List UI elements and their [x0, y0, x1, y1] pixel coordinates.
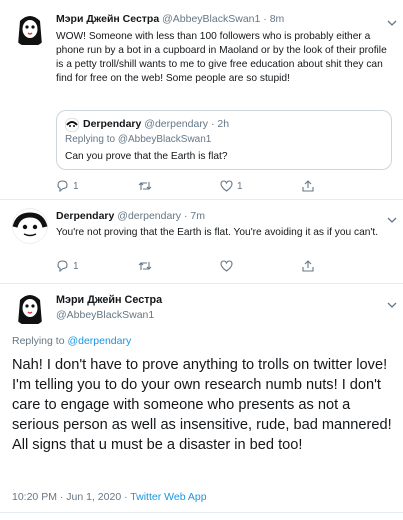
reply-icon: [56, 260, 69, 272]
display-name[interactable]: Derpendary: [56, 210, 114, 222]
handle[interactable]: @AbbeyBlackSwan1: [162, 13, 260, 25]
share-icon: [302, 180, 314, 192]
quote-handle: @derpendary: [144, 118, 209, 130]
like-icon: [220, 180, 233, 192]
display-name[interactable]: Мэри Джейн Сестра: [56, 294, 162, 306]
reply-count: 1: [73, 260, 79, 272]
like-button[interactable]: [220, 260, 302, 272]
quote-text: Can you prove that the Earth is flat?: [65, 151, 228, 162]
divider: [0, 199, 403, 200]
handle[interactable]: @AbbeyBlackSwan1: [56, 309, 154, 321]
quoted-tweet[interactable]: Derpendary @derpendary · 2h Replying to …: [56, 110, 392, 170]
retweet-button[interactable]: [138, 260, 220, 272]
reply-button[interactable]: 1: [56, 260, 138, 272]
tweet-time[interactable]: 7m: [190, 210, 205, 222]
tweet-timestamp[interactable]: 10:20 PM · Jun 1, 2020 ·: [12, 491, 130, 503]
reply-count: 1: [73, 180, 79, 192]
separator-dot: ·: [210, 118, 215, 130]
tweet-text: You're not proving that the Earth is fla…: [56, 227, 379, 238]
tweet-time[interactable]: 8m: [270, 13, 285, 25]
quote-time: 2h: [217, 118, 230, 130]
divider: [0, 512, 403, 513]
quote-display-name: Derpendary: [83, 118, 142, 130]
display-name[interactable]: Мэри Джейн Сестра: [56, 13, 159, 25]
replying-handle: @AbbeyBlackSwan1: [117, 134, 212, 145]
derpendary-avatar-icon: [64, 117, 80, 133]
like-icon: [220, 260, 233, 272]
separator-dot: ·: [183, 210, 188, 222]
tweet-text: WOW! Someone with less than 100 follower…: [56, 31, 387, 84]
like-count: 1: [237, 180, 243, 192]
handle[interactable]: @derpendary: [117, 210, 181, 222]
retweet-button[interactable]: [138, 180, 220, 192]
main-tweet-text: Nah! I don't have to prove anything to t…: [12, 357, 392, 453]
separator-dot: ·: [263, 13, 267, 25]
retweet-icon: [138, 180, 152, 192]
replying-label: Replying to: [65, 134, 116, 145]
derpendary-avatar-icon[interactable]: [12, 208, 48, 244]
share-icon: [302, 260, 314, 272]
replying-label: Replying to: [12, 335, 65, 347]
like-button[interactable]: 1: [220, 180, 302, 192]
divider: [0, 283, 403, 284]
replying-handle-link[interactable]: @derpendary: [67, 335, 131, 347]
retweet-icon: [138, 260, 152, 272]
nun-avatar-icon[interactable]: [12, 290, 48, 326]
share-button[interactable]: [302, 180, 314, 192]
tweet-source-link[interactable]: Twitter Web App: [130, 491, 206, 503]
reply-icon: [56, 180, 69, 192]
reply-button[interactable]: 1: [56, 180, 138, 192]
share-button[interactable]: [302, 260, 314, 272]
nun-avatar-icon[interactable]: [12, 11, 48, 47]
chevron-down-icon[interactable]: [387, 296, 397, 314]
